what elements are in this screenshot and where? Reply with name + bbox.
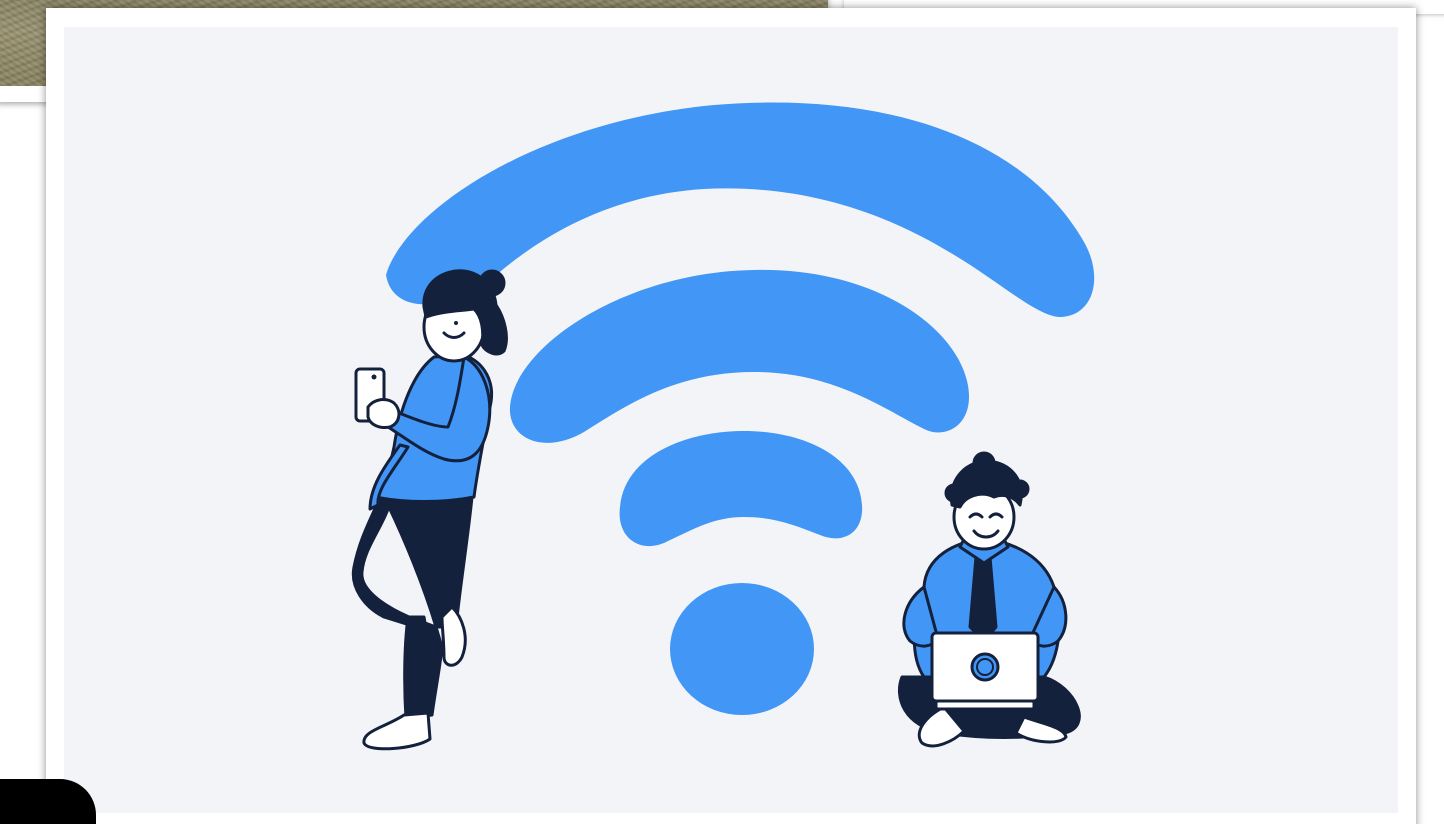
tie (968, 555, 998, 643)
shoe-front (362, 711, 432, 751)
person-sitting-with-laptop (897, 451, 1081, 748)
wifi-illustration-svg (351, 102, 1095, 751)
wifi-arc-inner (619, 431, 863, 547)
shoe-back (440, 605, 467, 667)
wifi-arc-middle (509, 269, 969, 443)
desktop-stage (0, 0, 1444, 824)
corner-overlay-tab[interactable] (0, 779, 96, 824)
wifi-illustration (64, 27, 1398, 813)
wifi-dot (670, 583, 814, 715)
person-standing-with-phone (351, 269, 508, 751)
wifi-image-card[interactable] (46, 8, 1416, 824)
